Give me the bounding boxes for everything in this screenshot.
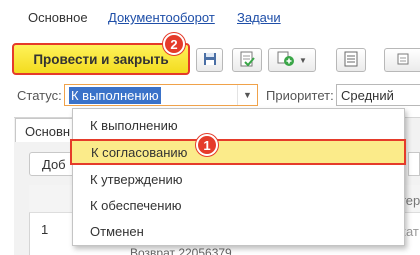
dropdown-option[interactable]: К утверждению (73, 167, 406, 193)
tab-main[interactable]: Основное (28, 10, 88, 25)
status-label: Статус: (17, 88, 62, 103)
report-icon (344, 51, 358, 70)
extra-icon (396, 52, 410, 69)
status-selected-value[interactable]: К выполнению (69, 87, 161, 104)
chevron-down-icon[interactable]: ▼ (237, 85, 257, 105)
form-tabs: Основное Документооборот Задачи (0, 0, 420, 34)
step-badge-2: 2 (163, 33, 185, 55)
dropdown-option-highlighted[interactable]: К согласованию (70, 139, 406, 165)
chevron-down-icon: ▼ (299, 55, 307, 65)
table-row-number: 1 (41, 222, 49, 237)
more-actions-button[interactable] (384, 48, 420, 72)
post-button[interactable] (232, 48, 262, 72)
create-based-icon (277, 51, 295, 70)
tab-docflow[interactable]: Документооборот (108, 10, 215, 25)
step-badge-1: 1 (196, 134, 218, 156)
tab-tasks[interactable]: Задачи (237, 10, 281, 25)
save-icon (203, 52, 217, 69)
priority-label: Приоритет: (266, 88, 334, 103)
report-button[interactable] (336, 48, 366, 72)
status-dropdown-list: К выполнению К согласованию К утверждени… (70, 108, 406, 246)
status-row: Статус: К выполнению ▼ Приоритет: Средни… (0, 82, 420, 108)
priority-select[interactable]: Средний (336, 84, 420, 106)
create-based-on-button[interactable]: ▼ (268, 48, 316, 72)
table-row-partial: Возврат 22056379 (130, 246, 232, 255)
status-select[interactable]: К выполнению ▼ (64, 84, 258, 106)
table-toolbar-button[interactable] (408, 152, 420, 176)
dropdown-option[interactable]: Отменен (73, 219, 406, 245)
post-icon (239, 51, 255, 70)
dropdown-option[interactable]: К выполнению (73, 113, 406, 139)
save-button[interactable] (196, 48, 223, 72)
dropdown-option[interactable]: К обеспечению (73, 193, 406, 219)
command-toolbar: Провести и закрыть ▼ (0, 40, 420, 80)
